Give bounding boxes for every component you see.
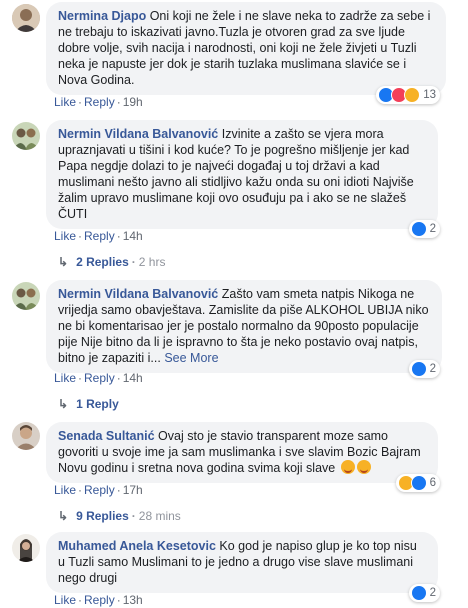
comment-time[interactable]: 17h: [123, 483, 143, 497]
reaction-summary[interactable]: 6: [395, 474, 440, 492]
comment-text: Izvinite a zašto se vjera mora upraznjav…: [58, 127, 414, 221]
like-reaction-icon: [410, 585, 427, 601]
comment-bubble: Muhamed Anela Kesetovic Ko god je napiso…: [46, 532, 438, 593]
reply-arrow-icon: ↳: [58, 255, 69, 269]
see-more-link[interactable]: See More: [164, 351, 218, 365]
comment-actions: Like · Reply · 14h: [54, 371, 143, 385]
comment-bubble: Nermin Vildana Balvanović Zašto vam smet…: [46, 280, 442, 373]
commenter-name[interactable]: Nermin Vildana Balvanović: [58, 127, 218, 141]
reaction-summary[interactable]: 13: [376, 86, 440, 104]
reaction-summary[interactable]: 2: [408, 584, 440, 602]
like-reaction-icon: [410, 221, 427, 237]
comment-actions: Like · Reply · 19h: [54, 95, 143, 109]
smiling-face-emoji-icon: [340, 460, 355, 474]
commenter-name[interactable]: Senada Sultanić: [58, 429, 155, 443]
comment-time[interactable]: 14h: [123, 371, 143, 385]
reaction-summary[interactable]: 2: [408, 220, 440, 238]
smiling-face-emoji-icon: [356, 460, 371, 474]
reaction-count: 13: [423, 89, 436, 101]
comment-actions: Like · Reply · 14h: [54, 229, 143, 243]
commenter-name[interactable]: Nermin Vildana Balvanović: [58, 287, 218, 301]
haha-reaction-icon: [404, 87, 421, 103]
commenter-name[interactable]: Muhamed Anela Kesetovic: [58, 539, 216, 553]
reply-arrow-icon: ↳: [58, 397, 69, 411]
comment-time[interactable]: 14h: [123, 229, 143, 243]
view-replies-link[interactable]: ↳ 9 Replies · 28 mins: [58, 508, 181, 524]
avatar[interactable]: [12, 4, 40, 32]
view-replies-link[interactable]: ↳ 1 Reply: [58, 396, 119, 412]
reply-link[interactable]: Reply: [84, 483, 115, 497]
avatar[interactable]: [12, 122, 40, 150]
like-link[interactable]: Like: [54, 229, 76, 243]
like-link[interactable]: Like: [54, 95, 76, 109]
reply-arrow-icon: ↳: [58, 509, 69, 523]
comment-actions: Like · Reply · 17h: [54, 483, 143, 497]
comment-bubble: Senada Sultanić Ovaj sto je stavio trans…: [46, 422, 438, 483]
like-reaction-icon: [410, 475, 427, 491]
like-link[interactable]: Like: [54, 371, 76, 385]
reaction-count: 2: [429, 587, 436, 599]
comment-actions: Like · Reply · 13h: [54, 593, 143, 607]
like-link[interactable]: Like: [54, 483, 76, 497]
reaction-count: 2: [429, 363, 436, 375]
reaction-summary[interactable]: 2: [408, 360, 440, 378]
reply-link[interactable]: Reply: [84, 371, 115, 385]
comment-bubble: Nermina Djapo Oni koji ne žele i ne slav…: [46, 2, 446, 95]
view-replies-link[interactable]: ↳ 2 Replies · 2 hrs: [58, 254, 165, 270]
reply-link[interactable]: Reply: [84, 95, 115, 109]
like-reaction-icon: [410, 361, 427, 377]
comment-bubble: Nermin Vildana Balvanović Izvinite a zaš…: [46, 120, 438, 229]
avatar[interactable]: [12, 422, 40, 450]
commenter-name[interactable]: Nermina Djapo: [58, 9, 146, 23]
avatar[interactable]: [12, 534, 40, 562]
reaction-count: 6: [429, 477, 436, 489]
avatar[interactable]: [12, 282, 40, 310]
reaction-count: 2: [429, 223, 436, 235]
comment-time[interactable]: 19h: [123, 95, 143, 109]
reply-link[interactable]: Reply: [84, 229, 115, 243]
